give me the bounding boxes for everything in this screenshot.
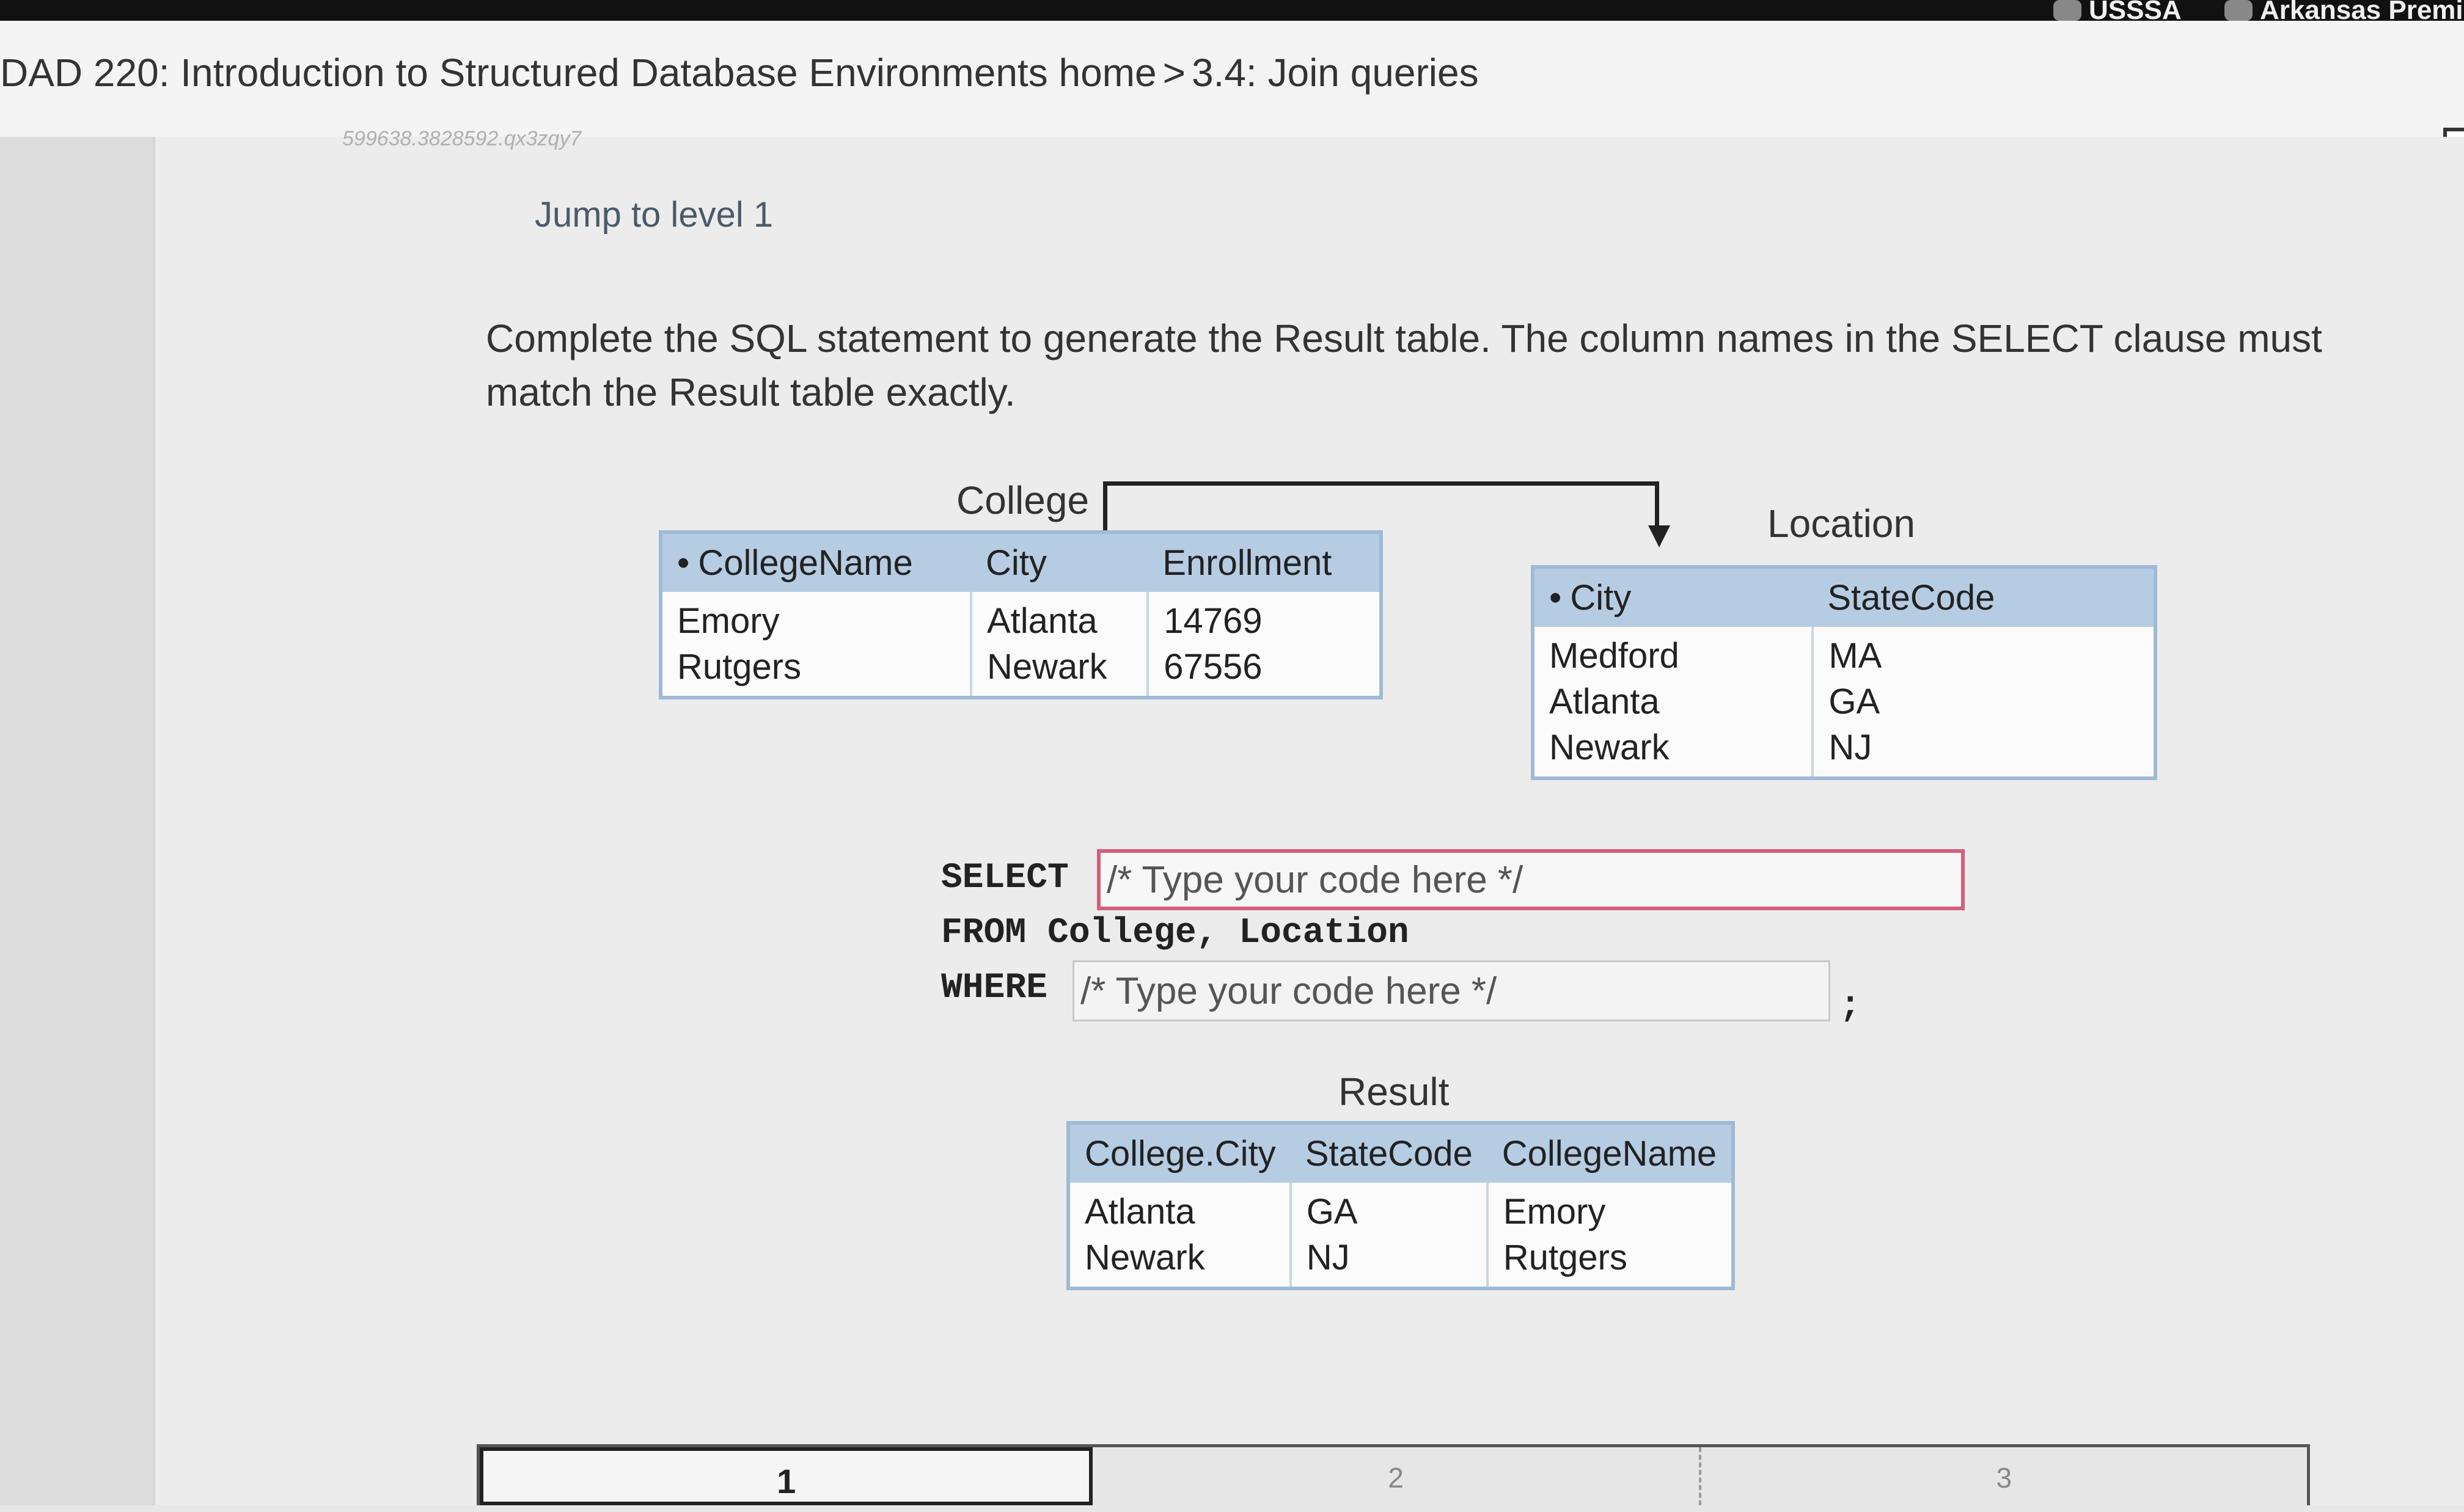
bookmark-icon	[2224, 0, 2253, 21]
table-cell: Newark	[1549, 728, 1670, 767]
level-1-tab[interactable]: 1	[480, 1447, 1093, 1505]
table-cell: Emory	[677, 601, 780, 641]
arrow-down-icon	[1648, 525, 1670, 547]
left-margin	[0, 137, 153, 1505]
college-table-caption: College	[956, 478, 1090, 522]
from-clause: FROM College, Location	[941, 913, 1409, 953]
browser-bookmarks-bar: USSSA Arkansas Premie	[0, 0, 2464, 24]
activity-id: 599638.3828592.qx3zqy7	[342, 127, 582, 150]
table-cell: 67556	[1146, 644, 1381, 698]
select-code-input[interactable]	[1097, 849, 1965, 910]
table-cell: Atlanta	[969, 592, 1148, 644]
table-cell: GA	[1289, 1183, 1487, 1235]
breadcrumb-section: 3.4: Join queries	[1191, 51, 1479, 95]
table-cell: Rutgers	[677, 647, 802, 687]
table-row: Emory Atlanta 14769	[661, 592, 1381, 644]
instructions-text: Complete the SQL statement to generate t…	[486, 316, 2322, 414]
location-table-caption: Location	[1767, 502, 1915, 546]
location-table: City StateCode Medford MA Atlanta GA New…	[1531, 565, 2157, 780]
breadcrumb-separator: >	[1162, 51, 1186, 95]
bookmark-arkansas[interactable]: Arkansas Premie	[2224, 0, 2464, 24]
table-cell: Atlanta	[1085, 1192, 1195, 1232]
result-col-collegename: CollegeName	[1487, 1123, 1734, 1183]
table-cell: Atlanta	[1549, 682, 1660, 721]
table-row: Atlanta GA	[1533, 679, 2155, 725]
breadcrumb-course-link[interactable]: DAD 220: Introduction to Structured Data…	[0, 51, 1157, 95]
jump-to-level-link[interactable]: Jump to level 1	[535, 194, 773, 235]
table-cell: Emory	[1486, 1183, 1734, 1235]
select-keyword: SELECT	[941, 858, 1069, 898]
table-row: Atlanta GA Emory	[1068, 1183, 1734, 1235]
location-col-city: City	[1533, 567, 1813, 627]
result-col-college-city: College.City	[1068, 1123, 1291, 1183]
where-code-input[interactable]	[1072, 960, 1830, 1021]
college-col-collegename: CollegeName	[661, 532, 971, 592]
table-cell: Newark	[969, 644, 1148, 698]
level-2-tab[interactable]: 2	[1093, 1447, 1701, 1505]
table-cell: NJ	[1811, 725, 2155, 778]
result-table-caption: Result	[1338, 1070, 1450, 1114]
college-col-city: City	[971, 532, 1148, 592]
sql-terminator: ;	[1839, 987, 1861, 1026]
table-cell: Newark	[1085, 1238, 1205, 1277]
table-cell: 14769	[1146, 592, 1381, 644]
table-row: Rutgers Newark 67556	[661, 644, 1381, 698]
course-header: DAD 220: Introduction to Structured Data…	[0, 21, 2464, 167]
level-3-tab[interactable]: 3	[1701, 1447, 2307, 1505]
table-row: Newark NJ	[1533, 725, 2155, 778]
table-cell: MA	[1811, 627, 2155, 679]
location-table-header: City StateCode	[1533, 567, 2155, 627]
table-cell: Rutgers	[1486, 1235, 1734, 1288]
result-table: College.City StateCode CollegeName Atlan…	[1066, 1121, 1736, 1290]
foreign-key-connector	[1103, 481, 1659, 530]
college-col-enrollment: Enrollment	[1148, 532, 1381, 592]
college-table: CollegeName City Enrollment Emory Atlant…	[659, 530, 1383, 699]
bookmark-usssa[interactable]: USSSA	[2053, 0, 2182, 24]
where-keyword: WHERE	[941, 968, 1048, 1008]
result-table-header: College.City StateCode CollegeName	[1068, 1123, 1734, 1183]
college-table-header: CollegeName City Enrollment	[661, 532, 1381, 592]
ussa-icon	[2053, 0, 2081, 21]
location-col-statecode: StateCode	[1813, 567, 2155, 627]
breadcrumb: DAD 220: Introduction to Structured Data…	[0, 50, 1479, 95]
table-row: Newark NJ Rutgers	[1068, 1235, 1734, 1288]
level-progress-bar: 1 2 3	[477, 1444, 2310, 1505]
table-cell: NJ	[1289, 1235, 1487, 1288]
table-cell: GA	[1811, 679, 2155, 725]
result-col-statecode: StateCode	[1290, 1123, 1487, 1183]
table-row: Medford MA	[1533, 627, 2155, 679]
table-cell: Medford	[1549, 636, 1679, 676]
